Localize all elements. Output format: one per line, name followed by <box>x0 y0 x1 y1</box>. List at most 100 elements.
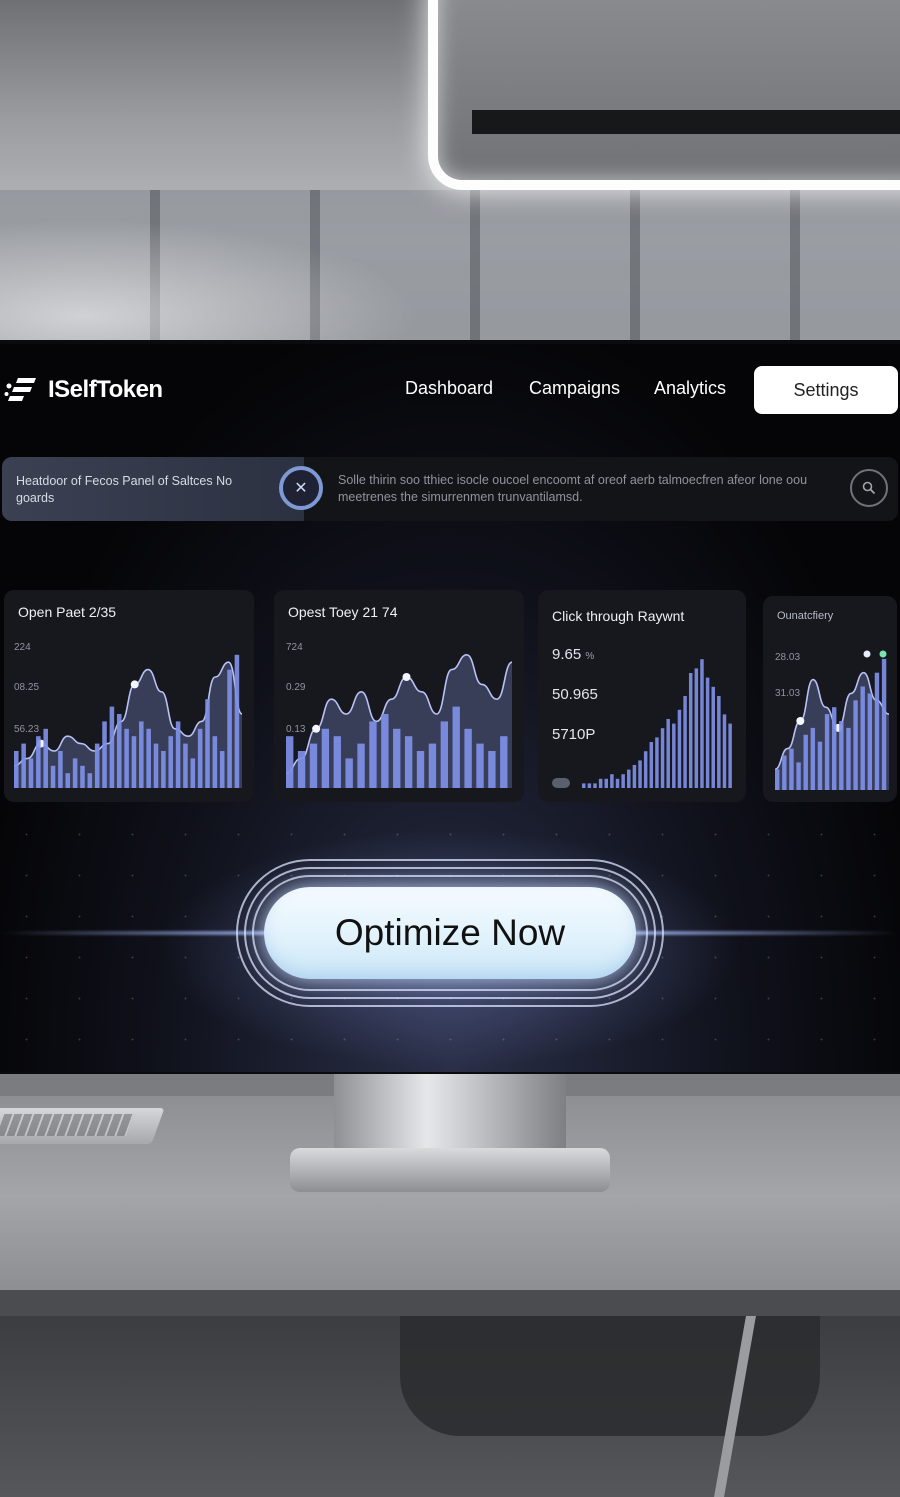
chart-bar <box>604 778 609 788</box>
chart-bar <box>694 668 699 788</box>
ceiling-lamp <box>428 0 900 190</box>
chart-bar <box>476 743 484 788</box>
top-nav-bar: ISelfToken Dashboard Campaigns Analytics… <box>0 344 900 436</box>
chart-bar <box>500 736 508 788</box>
legend-toggle <box>552 778 570 788</box>
desk-edge <box>0 1290 900 1316</box>
chart-svg <box>13 654 243 788</box>
notification-message: Solle thirin soo tthiec isocle oucoel en… <box>338 473 808 504</box>
chart-bar <box>672 723 676 788</box>
chart-bar <box>638 760 642 788</box>
chart-bar <box>116 714 122 788</box>
chart-bar <box>464 728 472 788</box>
chair <box>400 1316 820 1436</box>
chart-bar <box>212 736 218 788</box>
chart-bar <box>65 773 71 788</box>
chart-bar <box>803 734 808 790</box>
chart-bar <box>183 743 188 788</box>
chart-bar <box>832 707 837 790</box>
chart-bar <box>393 728 401 788</box>
chart-bar <box>775 769 780 790</box>
chart-bar <box>867 693 873 790</box>
chart-bar <box>728 723 732 788</box>
keyboard <box>0 1108 165 1144</box>
chart-card-open-rate[interactable]: Open Paet 2/35 224 08.25 56.23 <box>4 590 254 802</box>
chart-card-click-through[interactable]: Click through Raywnt 9.65 % 50.965 5710P <box>538 590 746 802</box>
chart-bar <box>700 659 704 788</box>
chart-bar <box>817 741 823 790</box>
chart-card-quarterly[interactable]: Ounatcfiery 28.03 31.03 <box>763 596 897 802</box>
nav-dashboard[interactable]: Dashboard <box>405 378 493 399</box>
chart-card-open-today[interactable]: Opest Toey 21 74 724 0.29 0.13 <box>274 590 524 802</box>
chart-bar <box>587 783 592 788</box>
chart-bar <box>227 669 232 788</box>
chart-bar <box>139 721 144 788</box>
optimize-now-button[interactable]: Optimize Now <box>264 887 636 979</box>
chart-bar <box>722 714 727 788</box>
main-nav: Dashboard Campaigns Analytics Settings <box>0 366 900 414</box>
chart-bar <box>197 728 203 788</box>
chart-bar <box>649 742 654 788</box>
chart-bar <box>21 743 26 788</box>
chart-bar <box>404 736 413 788</box>
legend-dot <box>879 650 887 658</box>
chart-bar <box>357 743 365 788</box>
chart-highlight-point <box>402 673 411 681</box>
notification-title: Heatdoor of Fecos Panel of Saltces No go… <box>16 474 233 505</box>
chart-bar <box>416 751 425 788</box>
chart-bar <box>711 686 715 788</box>
chart-bar <box>655 737 659 788</box>
chart-bar <box>488 751 496 788</box>
nav-campaigns[interactable]: Campaigns <box>529 378 620 399</box>
chart-bar <box>381 714 389 788</box>
nav-settings-button[interactable]: Settings <box>754 366 898 414</box>
chart-bar <box>369 721 377 788</box>
chart-bar <box>610 774 614 788</box>
chart-bar <box>666 719 670 788</box>
chart-bar <box>782 755 787 790</box>
chart-bar <box>683 696 687 788</box>
chart-bar <box>632 765 637 788</box>
chart-bar <box>824 714 830 790</box>
chart-bar <box>190 758 196 788</box>
chart-bar <box>796 762 801 790</box>
optimize-cta: Optimize Now <box>0 819 900 1072</box>
chart-bar <box>789 748 794 790</box>
notification-bar: Heatdoor of Fecos Panel of Saltces No go… <box>2 457 898 521</box>
search-icon[interactable] <box>850 469 888 507</box>
chart-highlight-point <box>312 724 321 733</box>
nav-analytics[interactable]: Analytics <box>654 378 726 399</box>
chart-bar <box>153 743 159 788</box>
chart-highlight-point <box>130 680 139 689</box>
chart-bar <box>94 743 100 788</box>
notification-panel: Heatdoor of Fecos Panel of Saltces No go… <box>2 457 304 521</box>
chart-bar <box>43 728 48 788</box>
chart-bar <box>14 751 19 788</box>
chart-bar <box>146 728 151 788</box>
legend-dot <box>863 650 871 658</box>
chart-bar <box>124 728 129 788</box>
chart-bar <box>643 751 648 788</box>
chart-bar <box>428 743 437 788</box>
chart-bar <box>598 778 603 788</box>
chart-bar <box>87 773 93 788</box>
chart-bar <box>860 686 865 790</box>
close-icon[interactable]: ✕ <box>279 466 323 510</box>
window-light <box>0 220 420 340</box>
chart-svg <box>552 659 732 788</box>
office-ceiling <box>0 0 900 340</box>
chart-bar <box>161 751 166 788</box>
chart-bar <box>168 736 174 788</box>
chart-bar <box>593 783 597 788</box>
chart-bar <box>205 699 210 788</box>
chart-bar <box>853 700 858 790</box>
chart-bar <box>219 751 225 788</box>
chart-bar <box>234 654 240 788</box>
chart-bar <box>175 721 181 788</box>
chart-bar <box>660 728 665 788</box>
chart-bar <box>810 727 816 790</box>
chart-bar <box>131 736 137 788</box>
chart-bar <box>582 783 586 788</box>
chart-bar <box>677 709 682 788</box>
chart-svg <box>285 653 513 788</box>
